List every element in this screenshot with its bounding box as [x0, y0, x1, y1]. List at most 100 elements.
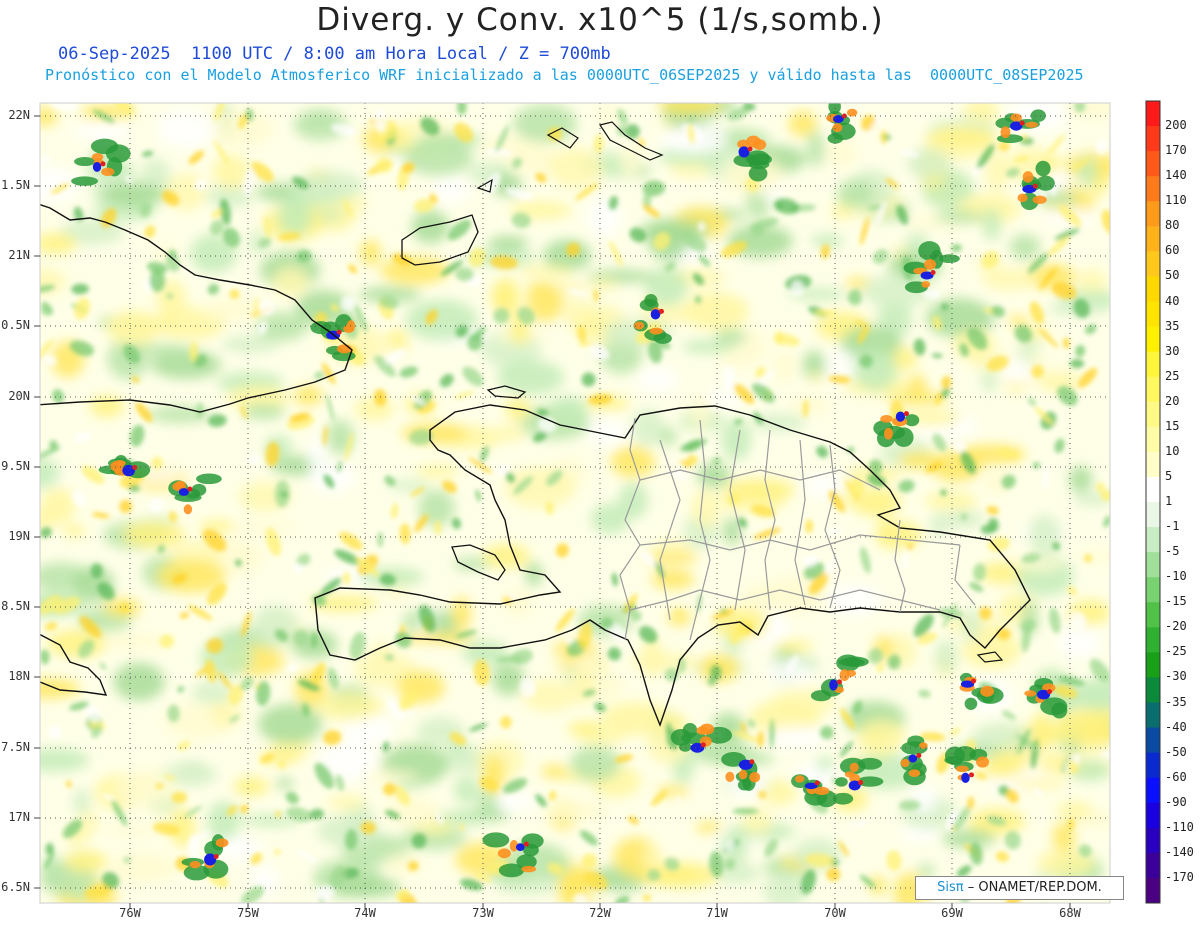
- cell-orange: [1010, 113, 1022, 122]
- cell-red: [903, 411, 909, 417]
- cell-red: [1019, 120, 1025, 126]
- field-blob: [1069, 465, 1093, 493]
- cell-green: [1036, 175, 1055, 191]
- valid-time-line: 06-Sep-2025 1100 UTC / 8:00 am Hora Loca…: [58, 44, 611, 64]
- cell-red: [836, 679, 842, 685]
- cell-orange: [497, 848, 511, 859]
- cell-orange: [101, 167, 115, 177]
- colorbar-swatch: [1146, 827, 1160, 854]
- colorbar-label: 110: [1165, 193, 1187, 208]
- cell-orange: [814, 786, 830, 796]
- field-blob: [40, 107, 58, 127]
- field-blob: [610, 446, 656, 478]
- field-blob: [1057, 626, 1101, 659]
- cell-red: [930, 269, 936, 275]
- chart-title: Diverg. y Conv. x10^5 (1/s,somb.): [316, 2, 884, 38]
- cell-red: [187, 486, 193, 492]
- cell-orange: [113, 460, 126, 467]
- cell-red: [968, 772, 974, 778]
- cell-orange: [696, 726, 709, 735]
- colorbar-label: -40: [1165, 719, 1187, 734]
- field-blob: [191, 681, 232, 704]
- field-blob: [454, 776, 480, 805]
- field-blob: [108, 852, 179, 884]
- colorbar-swatch: [1146, 151, 1160, 177]
- cell-core: [895, 411, 906, 422]
- field-blob: [1064, 103, 1110, 119]
- field-blob: [773, 350, 797, 384]
- field-blob: [1010, 777, 1068, 790]
- field-blob: [899, 827, 941, 842]
- field-blob: [600, 701, 672, 736]
- field-blob: [258, 704, 323, 744]
- field-blob: [497, 360, 564, 395]
- cell-orange: [846, 108, 858, 117]
- field-blob: [276, 777, 294, 790]
- field-blob: [650, 862, 719, 889]
- colorbar-swatch: [1146, 326, 1160, 353]
- field-blob: [326, 794, 367, 810]
- cell-orange: [738, 769, 748, 780]
- cell-red: [658, 308, 664, 314]
- cell-red: [1047, 689, 1053, 695]
- field-blob: [543, 239, 592, 272]
- colorbar-label: 10: [1165, 443, 1180, 458]
- field-blob: [411, 210, 450, 244]
- colorbar-label: -20: [1165, 619, 1187, 634]
- lon-label: 69W: [941, 906, 963, 920]
- field-blob: [806, 130, 825, 168]
- cell-red: [132, 465, 138, 471]
- lon-label: 75W: [237, 906, 259, 920]
- field-blob: [695, 821, 723, 834]
- colorbar-swatch: [1146, 426, 1160, 453]
- cell-core: [650, 309, 661, 320]
- cell-orange: [883, 427, 893, 440]
- field-blob: [40, 232, 77, 255]
- field-streak: [196, 402, 204, 418]
- field-blob: [857, 719, 906, 757]
- field-blob: [63, 525, 87, 537]
- colorbar-swatch: [1146, 677, 1160, 703]
- field-blob: [492, 662, 525, 696]
- colorbar: [1145, 100, 1161, 904]
- cell-core: [908, 754, 918, 763]
- cell-orange: [91, 153, 104, 161]
- cell-green: [836, 654, 861, 672]
- colorbar-label: 140: [1165, 168, 1187, 183]
- cell-green: [832, 792, 854, 805]
- field-blob: [72, 788, 91, 815]
- field-blob: [657, 103, 724, 115]
- colorbar-label: -140: [1165, 844, 1194, 859]
- cell-red: [336, 329, 342, 335]
- lat-label: 21N: [8, 248, 30, 262]
- colorbar-swatch: [1146, 802, 1160, 829]
- colorbar-swatch: [1146, 351, 1160, 378]
- field-blob: [853, 349, 898, 391]
- field-blob: [1052, 363, 1069, 379]
- colorbar-swatch: [1146, 627, 1160, 653]
- field-streak: [149, 269, 166, 293]
- field-blob: [928, 129, 999, 145]
- field-blob: [935, 210, 984, 224]
- colorbar-swatch: [1146, 226, 1160, 252]
- cell-green: [521, 833, 544, 849]
- cell-red: [747, 146, 753, 152]
- colorbar-swatch: [1146, 577, 1160, 603]
- colorbar-label: 1: [1165, 494, 1173, 508]
- colorbar-label: 50: [1165, 268, 1180, 283]
- field-blob: [417, 133, 484, 147]
- lat-label: 0.5N: [1, 318, 30, 332]
- cell-green: [964, 697, 978, 710]
- model-info-line: Pronóstico con el Modelo Atmosferico WRF…: [45, 66, 1084, 84]
- lat-label: 22N: [8, 108, 30, 122]
- lat-label: 18N: [8, 669, 30, 683]
- field-blob: [490, 286, 513, 308]
- field-blob: [252, 604, 298, 647]
- field-blob: [923, 491, 979, 510]
- cell-green: [1035, 160, 1051, 177]
- colorbar-swatch: [1146, 527, 1160, 553]
- field-blob: [336, 877, 402, 898]
- field-blob: [836, 179, 875, 209]
- cell-red: [700, 742, 706, 748]
- field-blob: [380, 256, 450, 285]
